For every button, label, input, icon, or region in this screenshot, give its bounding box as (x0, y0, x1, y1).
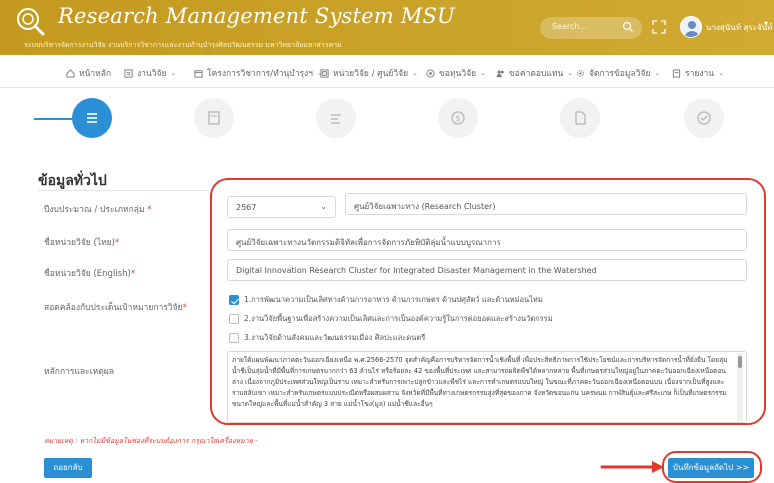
nav-item-label: จัดการข้อมูลวิจัย (589, 69, 651, 79)
user-name[interactable]: นางสุนันท์ สุระจันท์ (706, 21, 772, 34)
nav-item-report[interactable]: รายงาน ⌄ (672, 66, 724, 80)
top-header: Research Management System MSU ระบบบริหา… (0, 0, 774, 55)
app-subtitle: ระบบบริหารจัดการงานวิจัย งานบริการวิชากา… (24, 41, 342, 49)
search-icon (622, 21, 633, 32)
msu-logo-icon (17, 8, 45, 36)
list-icon (124, 68, 133, 78)
chevron-down-icon[interactable]: ▾ (764, 19, 768, 28)
step-6[interactable] (684, 98, 724, 138)
highlight-annotation-next (662, 451, 762, 483)
label-name-th: ชื่อหน่วยวิจัย (ไทย)* (44, 235, 119, 249)
required-mark: * (114, 238, 120, 248)
section-title: ข้อมูลทั่วไป (38, 173, 107, 189)
label-rationale: หลักการและเหตุผล (44, 364, 114, 378)
app-title: Research Management System MSU (58, 4, 455, 28)
nav-item-research-units[interactable]: หน่วยวิจัย / ศูนย์วิจัย ⌄ (320, 66, 418, 80)
required-mark: * (147, 205, 152, 215)
nav-item-label: ขอค่าตอบแทน (509, 69, 564, 79)
home-icon (66, 68, 75, 78)
chevron-down-icon: ⌄ (170, 69, 177, 77)
chevron-down-icon: ⌄ (480, 69, 486, 77)
list-icon (87, 113, 97, 123)
nav-item-label: ขอทุนวิจัย (439, 69, 477, 79)
chevron-down-icon: ⌄ (567, 69, 574, 77)
nav-item-label: งานวิจัย (137, 69, 167, 79)
step-2[interactable] (194, 98, 234, 138)
step-4[interactable]: $ (438, 98, 478, 138)
search-input[interactable]: Search... (540, 17, 642, 39)
label-budget-year: ปีงบประมาณ / ประเภทกลุ่ม * (44, 202, 152, 216)
label-alignment: สอดคล้องกับประเด็นเป้าหมายการวิจัย* (44, 300, 187, 314)
nav-item-label: หน้าหลัก (79, 69, 112, 79)
step-1-general-info[interactable] (72, 98, 112, 138)
chevron-down-icon: ⌄ (412, 69, 418, 77)
nav-item-compensation[interactable]: ขอค่าตอบแทน ⌄ (496, 66, 573, 80)
nav-item-research[interactable]: งานวิจัย ⌄ (124, 66, 176, 80)
highlight-annotation-form (210, 178, 766, 425)
label-text: ชื่อหน่วยวิจัย (ไทย) (44, 238, 115, 248)
coin-icon: $ (451, 111, 465, 125)
nav-item-home[interactable]: หน้าหลัก (66, 66, 111, 80)
target-icon (426, 68, 435, 78)
red-arrow-annotation-icon (600, 461, 664, 473)
main-nav: หน้าหลัก งานวิจัย ⌄ โครงการวิชาการ/ทำนุบ… (0, 55, 774, 88)
nav-item-projects[interactable]: โครงการวิชาการ/ทำนุบำรุงฯ ⌄ (194, 66, 323, 80)
label-text: หลักการและเหตุผล (44, 367, 114, 377)
search-placeholder: Search... (552, 22, 588, 31)
label-text: ชื่อหน่วยวิจัย (English) (44, 269, 131, 279)
report-icon (672, 68, 681, 78)
avatar[interactable] (680, 16, 702, 38)
folder-icon (194, 69, 203, 78)
label-text: สอดคล้องกับประเด็นเป้าหมายการวิจัย (44, 303, 183, 313)
check-circle-icon (697, 111, 711, 125)
required-mark: * (130, 269, 136, 279)
label-name-en: ชื่อหน่วยวิจัย (English)* (44, 266, 135, 280)
step-5[interactable] (560, 98, 600, 138)
document-icon (208, 111, 220, 125)
chevron-down-icon: ⌄ (654, 69, 661, 77)
file-icon (575, 111, 586, 125)
svg-text:$: $ (455, 114, 460, 123)
chevron-down-icon: ⌄ (718, 69, 724, 77)
form-note: หมายเหตุ : หากไม่มีข้อมูลในช่องที่ระบบต้… (44, 437, 258, 445)
required-mark: * (182, 303, 187, 313)
building-icon (320, 68, 329, 78)
people-icon (496, 70, 504, 77)
label-text: ปีงบประมาณ / ประเภทกลุ่ม (44, 205, 145, 215)
fullscreen-icon[interactable] (652, 20, 666, 34)
nav-item-grant[interactable]: ขอทุนวิจัย ⌄ (426, 66, 486, 80)
nav-item-manage-data[interactable]: จัดการข้อมูลวิจัย ⌄ (576, 66, 660, 80)
nav-item-label: หน่วยวิจัย / ศูนย์วิจัย (333, 69, 409, 79)
checklist-icon (331, 114, 341, 124)
nav-item-label: โครงการวิชาการ/ทำนุบำรุงฯ (207, 69, 313, 79)
settings-icon (577, 69, 584, 77)
step-3[interactable] (316, 98, 356, 138)
divider (38, 190, 208, 191)
nav-item-label: รายงาน (685, 69, 715, 79)
user-avatar-icon (684, 21, 700, 37)
back-button[interactable]: ถอยกลับ (44, 458, 92, 478)
